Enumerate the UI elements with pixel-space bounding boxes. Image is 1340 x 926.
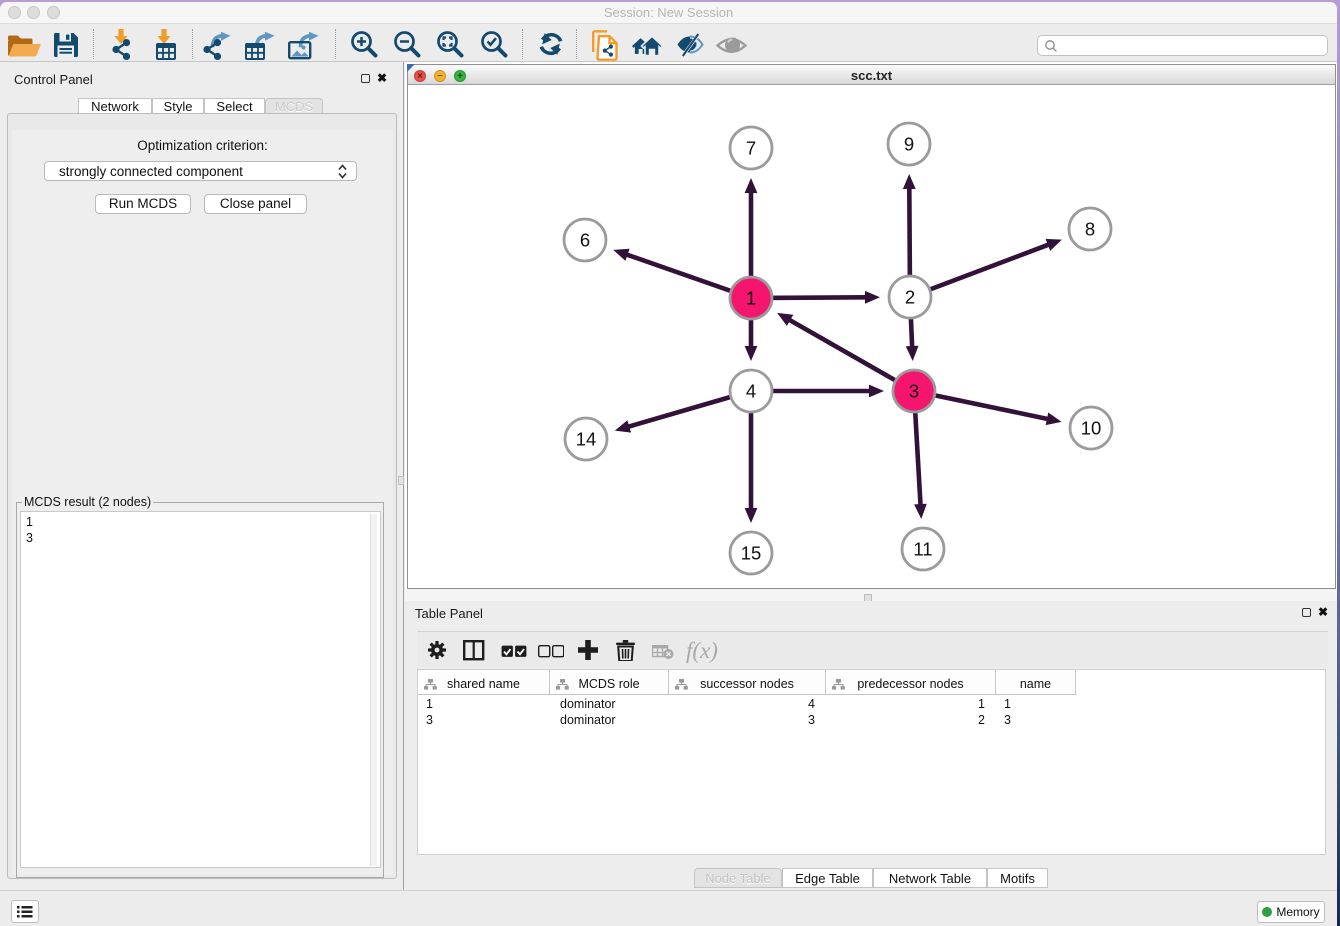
svg-text:1: 1 bbox=[746, 288, 756, 309]
svg-text:11: 11 bbox=[913, 539, 932, 560]
svg-text:3: 3 bbox=[909, 381, 919, 402]
svg-text:8: 8 bbox=[1085, 219, 1095, 240]
svg-text:2: 2 bbox=[905, 287, 915, 308]
svg-text:15: 15 bbox=[741, 543, 762, 564]
svg-text:14: 14 bbox=[576, 429, 597, 450]
svg-text:6: 6 bbox=[580, 230, 590, 251]
svg-text:10: 10 bbox=[1081, 418, 1102, 439]
svg-text:9: 9 bbox=[904, 134, 914, 155]
svg-text:7: 7 bbox=[746, 138, 756, 159]
svg-text:4: 4 bbox=[746, 381, 756, 402]
